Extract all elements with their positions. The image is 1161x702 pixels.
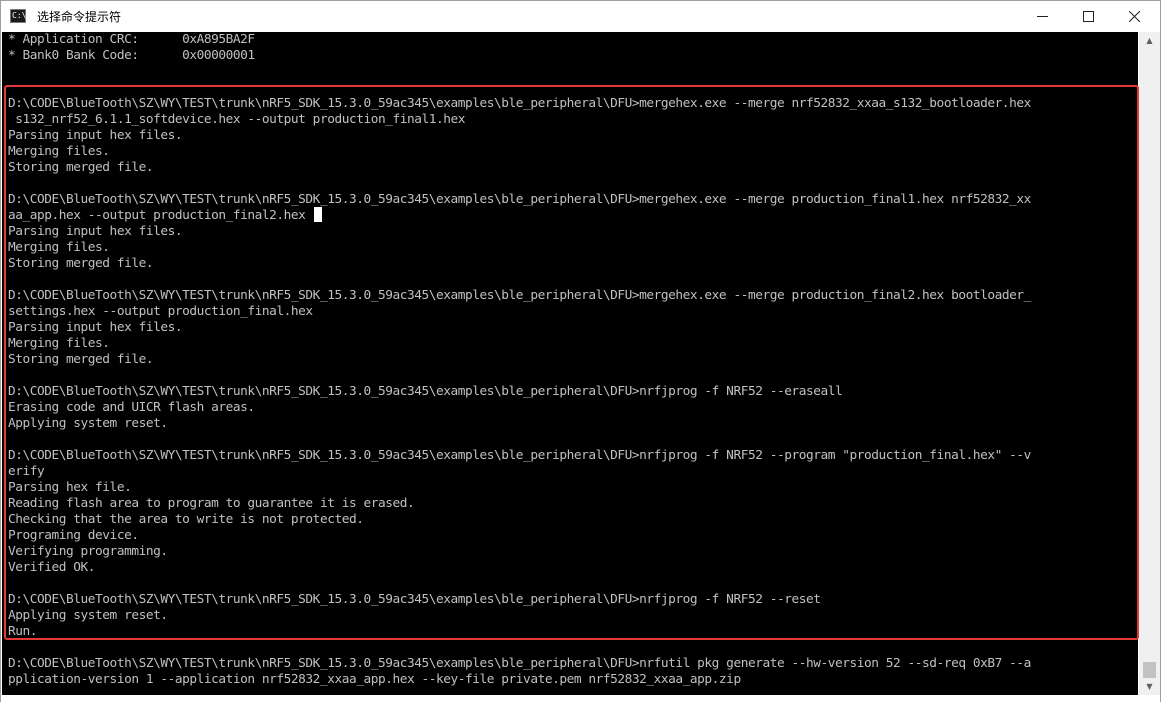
console-line: s132_nrf52_6.1.1_softdevice.hex --output… [8, 112, 466, 127]
command-prompt-window: C:\ 选择命令提示符 * Application CRC: 0xA895BA2… [0, 0, 1161, 702]
console-line: D:\CODE\BlueTooth\SZ\WY\TEST\trunk\nRF5_… [8, 448, 1031, 463]
vertical-scrollbar[interactable]: ▲ ▼ [1139, 32, 1160, 695]
close-button[interactable] [1111, 1, 1157, 32]
console-line: aa_app.hex --output production_final2.he… [8, 208, 306, 223]
console-line: Merging files. [8, 240, 110, 255]
scroll-up-arrow-icon[interactable]: ▲ [1139, 32, 1160, 49]
console-line: Erasing code and UICR flash areas. [8, 400, 255, 415]
console-line: Applying system reset. [8, 608, 168, 623]
close-icon [1128, 10, 1140, 22]
maximize-icon [1082, 10, 1094, 22]
console-output[interactable]: * Application CRC: 0xA895BA2F * Bank0 Ban… [2, 32, 1138, 695]
console-line: Programing device. [8, 528, 139, 543]
console-line: Verified OK. [8, 560, 96, 575]
console-line: D:\CODE\BlueTooth\SZ\WY\TEST\trunk\nRF5_… [8, 384, 843, 399]
console-line: Merging files. [8, 144, 110, 159]
console-line: D:\CODE\BlueTooth\SZ\WY\TEST\trunk\nRF5_… [8, 656, 1031, 671]
console-line: Checking that the area to write is not p… [8, 512, 364, 527]
cmd-app-icon: C:\ [10, 9, 26, 23]
console-line: Verifying programming. [8, 544, 168, 559]
window-title: 选择命令提示符 [37, 10, 122, 24]
console-line: D:\CODE\BlueTooth\SZ\WY\TEST\trunk\nRF5_… [8, 288, 1031, 303]
console-line: Storing merged file. [8, 160, 154, 175]
console-line: Parsing hex file. [8, 480, 132, 495]
maximize-button[interactable] [1065, 1, 1111, 32]
minimize-button[interactable] [1019, 1, 1065, 32]
minimize-icon [1036, 15, 1048, 17]
console-line: erify [8, 464, 45, 479]
bottom-edge [1, 695, 1160, 702]
console-text: * Application CRC: 0xA895BA2F * Bank0 Ban… [2, 32, 1138, 688]
console-line: * Application CRC: 0xA895BA2F [8, 32, 255, 47]
console-line: * Bank0 Bank Code: 0x00000001 [8, 48, 255, 63]
console-line: Parsing input hex files. [8, 128, 183, 143]
console-line: D:\CODE\BlueTooth\SZ\WY\TEST\trunk\nRF5_… [8, 192, 1031, 207]
title-bar[interactable]: C:\ 选择命令提示符 [1, 1, 1160, 32]
scroll-down-arrow-icon[interactable]: ▼ [1139, 678, 1160, 695]
console-line: Run. [8, 624, 38, 639]
console-line: settings.hex --output production_final.h… [8, 304, 313, 319]
console-line: Applying system reset. [8, 416, 168, 431]
text-cursor [314, 207, 322, 222]
console-line: Reading flash area to program to guarant… [8, 496, 415, 511]
console-line: Parsing input hex files. [8, 320, 183, 335]
console-line: D:\CODE\BlueTooth\SZ\WY\TEST\trunk\nRF5_… [8, 96, 1031, 111]
console-line: D:\CODE\BlueTooth\SZ\WY\TEST\trunk\nRF5_… [8, 592, 821, 607]
console-line: Storing merged file. [8, 352, 154, 367]
console-line: Merging files. [8, 336, 110, 351]
console-line: Parsing input hex files. [8, 224, 183, 239]
scroll-thumb[interactable] [1143, 662, 1156, 678]
console-line: Storing merged file. [8, 256, 154, 271]
console-line: pplication-version 1 --application nrf52… [8, 672, 741, 687]
